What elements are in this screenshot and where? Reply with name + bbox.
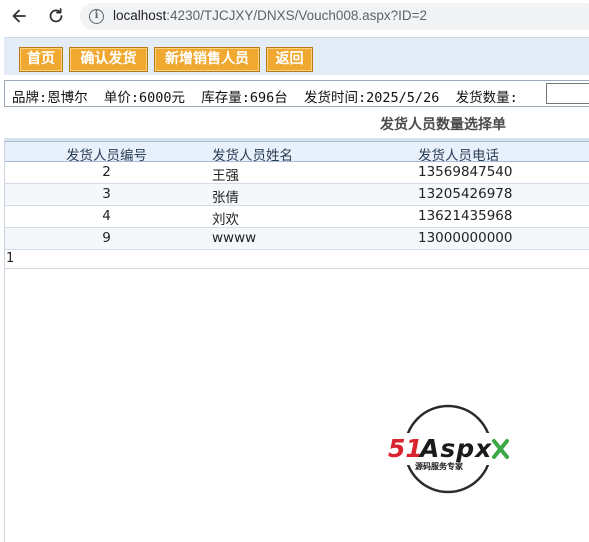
table-row[interactable]: 4 刘欢 13621435968 bbox=[4, 206, 589, 228]
cell-shipper-phone: 13569847540 bbox=[418, 164, 513, 180]
confirm-shipment-button[interactable]: 确认发货 bbox=[69, 47, 148, 72]
51aspx-logo: 51 Aspx 源码服务专家 bbox=[386, 403, 514, 495]
cell-shipper-id: 2 bbox=[102, 164, 111, 180]
page-content: 首页 确认发货 新增销售人员 返回 品牌:恩博尔 单价:6000元 库存量:69… bbox=[0, 33, 589, 542]
table-row[interactable]: 3 张倩 13205426978 bbox=[4, 184, 589, 206]
cell-shipper-phone: 13000000000 bbox=[418, 230, 513, 246]
back-icon[interactable] bbox=[6, 4, 32, 28]
table-row[interactable]: 2 王强 13569847540 bbox=[4, 162, 589, 184]
cell-shipper-id: 4 bbox=[102, 208, 111, 224]
cell-shipper-name: 张倩 bbox=[212, 190, 239, 206]
header-shipper-id[interactable]: 发货人员编号 bbox=[4, 144, 209, 164]
pager-page-1[interactable]: 1 bbox=[6, 251, 14, 266]
url-text[interactable]: localhost:4230/TJCJXY/DNXS/Vouch008.aspx… bbox=[113, 8, 427, 23]
logo-word: Aspx bbox=[418, 434, 492, 463]
site-info-icon[interactable]: i bbox=[89, 9, 104, 24]
shipment-quantity-input[interactable] bbox=[546, 83, 589, 104]
logo-number: 51 bbox=[388, 434, 423, 463]
pager-row: 1 bbox=[4, 249, 589, 269]
product-info-text: 品牌:恩博尔 单价:6000元 库存量:696台 发货时间:2025/5/26 … bbox=[12, 90, 518, 106]
table-row[interactable]: 9 wwww 13000000000 bbox=[4, 228, 589, 250]
browser-toolbar: i localhost:4230/TJCJXY/DNXS/Vouch008.as… bbox=[0, 0, 589, 33]
shipper-grid: 发货人员编号 发货人员姓名 发货人员电话 2 王强 13569847540 3 … bbox=[4, 141, 589, 250]
return-button[interactable]: 返回 bbox=[266, 47, 313, 72]
address-bar[interactable]: i localhost:4230/TJCJXY/DNXS/Vouch008.as… bbox=[80, 3, 589, 30]
url-path: :4230/TJCJXY/DNXS/Vouch008.aspx?ID=2 bbox=[166, 8, 428, 23]
cell-shipper-name: wwww bbox=[212, 230, 257, 246]
product-info-row: 品牌:恩博尔 单价:6000元 库存量:696台 发货时间:2025/5/26 … bbox=[4, 80, 589, 107]
cell-shipper-id: 9 bbox=[102, 230, 111, 246]
header-shipper-phone[interactable]: 发货人员电话 bbox=[418, 144, 499, 164]
reload-icon[interactable] bbox=[43, 4, 69, 28]
cell-shipper-id: 3 bbox=[102, 186, 111, 202]
cell-shipper-name: 王强 bbox=[212, 168, 239, 184]
left-border bbox=[4, 141, 5, 542]
cell-shipper-name: 刘欢 bbox=[212, 212, 239, 228]
cell-shipper-phone: 13621435968 bbox=[418, 208, 513, 224]
header-shipper-name[interactable]: 发货人员姓名 bbox=[212, 144, 293, 164]
action-toolbar: 首页 确认发货 新增销售人员 返回 bbox=[4, 37, 589, 75]
logo-tagline: 源码服务专家 bbox=[415, 461, 464, 471]
grid-header-row: 发货人员编号 发货人员姓名 发货人员电话 bbox=[4, 141, 589, 164]
add-salesperson-button[interactable]: 新增销售人员 bbox=[154, 47, 260, 72]
cell-shipper-phone: 13205426978 bbox=[418, 186, 513, 202]
section-title: 发货人员数量选择单 bbox=[380, 117, 506, 133]
home-button[interactable]: 首页 bbox=[19, 47, 63, 72]
url-host: localhost bbox=[113, 8, 167, 23]
